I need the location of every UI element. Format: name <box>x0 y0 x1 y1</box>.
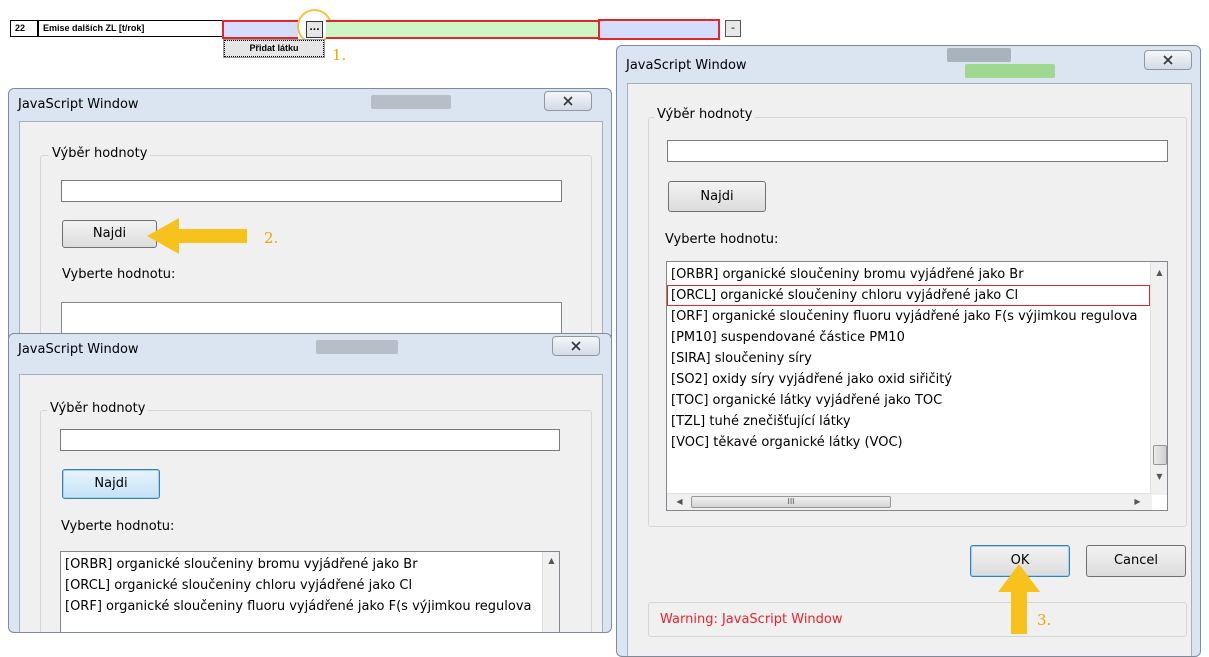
step-2-label: 2. <box>264 229 279 247</box>
window-titlebar: JavaScript Window <box>9 334 611 364</box>
scroll-thumb-horizontal[interactable]: III <box>691 496 891 508</box>
list-item[interactable]: [PM10] suspendované částice PM10 <box>667 327 1150 348</box>
blurred-background-tab <box>947 48 1011 62</box>
blurred-background-tab <box>965 64 1055 78</box>
list-item[interactable]: [TZL] tuhé znečišťující látky <box>667 411 1150 432</box>
close-icon[interactable] <box>552 336 600 356</box>
javascript-window-right: JavaScript Window Výběr hodnoty Najdi Vy… <box>616 45 1201 657</box>
vertical-scrollbar[interactable]: ▲ ▼ <box>1150 262 1167 495</box>
list-item[interactable]: [ORCL] organické sloučeniny chloru vyjád… <box>61 575 542 596</box>
step-1-label: 1. <box>332 46 347 64</box>
list-item[interactable]: [ORF] organické sloučeniny fluoru vyjádř… <box>667 306 1150 327</box>
fieldset-legend: Výběr hodnoty <box>49 146 151 161</box>
choose-value-label: Vyberte hodnotu: <box>62 267 176 282</box>
substance-field[interactable] <box>222 20 298 39</box>
value-listbox[interactable]: [ORBR] organické sloučeniny bromu vyjádř… <box>60 551 560 632</box>
list-item[interactable]: [VOC] těkavé organické látky (VOC) <box>667 432 1150 453</box>
scroll-left-arrow-icon[interactable]: ◀ <box>671 497 688 506</box>
fieldset-legend: Výběr hodnoty <box>47 401 149 416</box>
choose-value-label: Vyberte hodnotu: <box>61 519 175 534</box>
javascript-window-left-bottom: JavaScript Window Výběr hodnoty Najdi Vy… <box>8 333 612 633</box>
fieldset-legend: Výběr hodnoty <box>654 107 756 122</box>
scroll-right-arrow-icon[interactable]: ▶ <box>1129 497 1146 506</box>
list-item[interactable]: [SIRA] sloučeniny síry <box>667 348 1150 369</box>
list-item[interactable]: [ORBR] organické sloučeniny bromu vyjádř… <box>61 554 542 575</box>
scroll-thumb[interactable] <box>1153 445 1167 465</box>
window-title: JavaScript Window <box>626 58 747 73</box>
javascript-window-left-top: JavaScript Window Výběr hodnoty Najdi Vy… <box>8 88 612 348</box>
close-icon[interactable] <box>544 91 592 111</box>
value-listbox[interactable]: [ORBR] organické sloučeniny bromu vyjádř… <box>666 261 1168 511</box>
search-input[interactable] <box>667 140 1168 162</box>
find-button[interactable]: Najdi <box>668 181 766 212</box>
list-item[interactable]: [TOC] organické látky vyjádřené jako TOC <box>667 390 1150 411</box>
blurred-background-tab <box>371 95 451 109</box>
search-input[interactable] <box>60 429 560 451</box>
list-item[interactable]: [SO2] oxidy síry vyjádřené jako oxid siř… <box>667 369 1150 390</box>
warning-bar: Warning: JavaScript Window <box>648 602 1187 637</box>
window-body: Výběr hodnoty Najdi Vyberte hodnotu: [OR… <box>19 374 603 632</box>
yellow-arrow-icon <box>147 218 247 254</box>
list-item-selected[interactable]: [ORCL] organické sloučeniny chloru vyjád… <box>667 285 1150 306</box>
step-3-label: 3. <box>1037 611 1052 629</box>
window-body: Výběr hodnoty Najdi Vyberte hodnotu: [OR… <box>627 83 1192 656</box>
value-field[interactable] <box>326 20 598 39</box>
row-label: Emise dalších ZL [t/rok] <box>38 20 232 37</box>
list-item[interactable]: [ORF] organické sloučeniny fluoru vyjádř… <box>61 596 542 617</box>
search-input[interactable] <box>61 180 562 202</box>
list-item[interactable]: [ORBR] organické sloučeniny bromu vyjádř… <box>667 264 1150 285</box>
scroll-up-arrow-icon[interactable]: ▲ <box>1151 268 1167 277</box>
scroll-down-arrow-icon[interactable]: ▼ <box>1151 472 1167 481</box>
window-titlebar: JavaScript Window <box>617 46 1200 78</box>
window-title: JavaScript Window <box>18 97 139 112</box>
find-button[interactable]: Najdi <box>62 469 160 499</box>
choose-value-label: Vyberte hodnotu: <box>665 232 779 247</box>
close-icon[interactable] <box>1144 50 1192 70</box>
row-number: 22 <box>10 20 38 37</box>
warning-text: Warning: JavaScript Window <box>660 612 843 627</box>
remove-button[interactable]: - <box>725 20 741 37</box>
add-substance-button[interactable]: Přidat látku <box>223 39 325 58</box>
yellow-arrow-icon <box>998 564 1040 634</box>
cancel-button[interactable]: Cancel <box>1086 545 1186 577</box>
window-titlebar: JavaScript Window <box>9 89 611 119</box>
find-button[interactable]: Najdi <box>62 220 157 248</box>
window-title: JavaScript Window <box>18 342 139 357</box>
window-body: Výběr hodnoty Najdi Vyberte hodnotu: <box>19 121 603 347</box>
unit-field[interactable] <box>598 19 720 40</box>
horizontal-scrollbar[interactable]: ◀ III ▶ <box>667 493 1152 510</box>
blurred-background-tab <box>316 340 398 354</box>
scroll-up-arrow-icon[interactable]: ▲ <box>543 556 559 565</box>
vertical-scrollbar[interactable]: ▲ <box>542 552 559 632</box>
